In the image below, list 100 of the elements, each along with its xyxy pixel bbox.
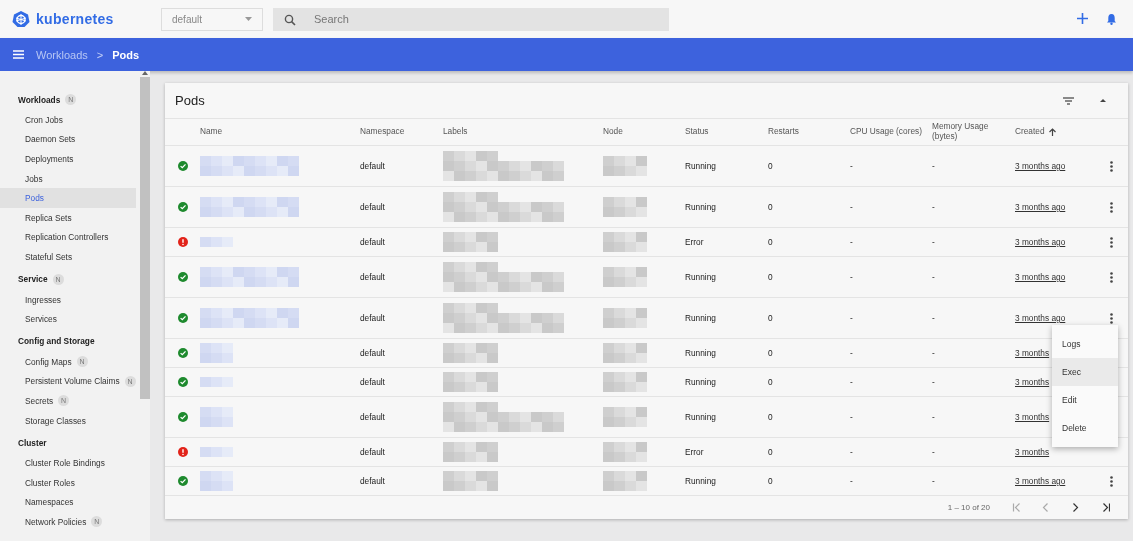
more-icon[interactable]	[1110, 236, 1113, 248]
sidebar-item[interactable]: Cron Jobs	[0, 110, 136, 130]
sidebar-item[interactable]: Daemon Sets	[0, 129, 136, 150]
column-header[interactable]: Created	[1015, 127, 1045, 137]
table-cell-text: 0	[768, 202, 774, 212]
filter-icon[interactable]	[1063, 96, 1074, 105]
sidebar-item[interactable]: Pods	[0, 188, 136, 208]
table-cell-text: default	[360, 237, 386, 247]
table-cell-text: default	[360, 476, 386, 486]
card-title: Pods	[175, 93, 206, 108]
table-cell-text: default	[360, 272, 386, 282]
column-header[interactable]: Name	[200, 127, 360, 137]
table-cell-text: Running	[685, 313, 717, 323]
sidebar-item[interactable]: Ingresses	[0, 289, 136, 310]
column-header[interactable]: Memory Usage (bytes)	[932, 122, 1015, 142]
menu-item[interactable]: Logs	[1052, 330, 1118, 358]
table-cell-text: -	[932, 377, 936, 387]
check-circle-icon	[177, 348, 188, 358]
breadcrumb-separator: >	[96, 48, 104, 61]
created-link[interactable]: 3 months ago	[1015, 161, 1095, 171]
menu-item[interactable]: Exec	[1052, 358, 1118, 386]
next-page-icon[interactable]	[1072, 503, 1080, 512]
table-cell-text: -	[932, 161, 936, 171]
blurred-text	[603, 407, 647, 427]
table-cell-text: -	[850, 272, 854, 282]
created-link[interactable]: 3 months	[1015, 447, 1095, 457]
menu-item[interactable]: Delete	[1052, 414, 1118, 442]
sidebar-item[interactable]: Cluster Roles	[0, 472, 136, 493]
sidebar-item[interactable]: Cluster Role Bindings	[0, 453, 136, 473]
column-header[interactable]: Namespace	[360, 127, 443, 137]
sidebar-item[interactable]: Services	[0, 309, 136, 329]
table-cell-text: 0	[768, 412, 774, 422]
column-header[interactable]: CPU Usage (cores)	[850, 127, 932, 137]
sidebar-section-title: Service	[18, 274, 48, 285]
check-circle-icon	[177, 272, 188, 282]
table-cell-text: Running	[685, 412, 717, 422]
table-cell-text: 0	[768, 377, 774, 387]
sidebar-item[interactable]: Stateful Sets	[0, 247, 136, 267]
search-field[interactable]: Search	[273, 7, 669, 31]
blurred-text	[200, 237, 233, 247]
table-cell-text: default	[360, 348, 386, 358]
table-cell-text: Running	[685, 476, 717, 486]
table-cell-text: -	[850, 447, 854, 457]
sidebar-item[interactable]: Storage Classes	[0, 410, 136, 431]
created-link[interactable]: 3 months ago	[1015, 313, 1095, 323]
menu-icon[interactable]	[13, 50, 24, 59]
scrollbar-thumb[interactable]	[139, 77, 150, 399]
created-link[interactable]: 3 months ago	[1015, 476, 1095, 486]
more-icon[interactable]	[1110, 475, 1113, 487]
table-cell-text: default	[360, 313, 386, 323]
blurred-text	[603, 442, 647, 462]
dropdown-caret-icon[interactable]	[245, 17, 252, 21]
column-header[interactable]: Labels	[443, 127, 603, 137]
blurred-text	[200, 407, 233, 427]
more-icon[interactable]	[1110, 271, 1113, 283]
menu-item[interactable]: Edit	[1052, 386, 1118, 414]
blurred-text	[200, 377, 233, 387]
check-circle-icon	[177, 161, 188, 171]
table-cell-text: default	[360, 447, 386, 457]
table-cell-text: -	[932, 412, 936, 422]
column-header[interactable]: Restarts	[768, 127, 850, 137]
column-header[interactable]: Node	[603, 127, 685, 137]
sort-arrow-icon[interactable]	[1048, 128, 1056, 136]
breadcrumb-current: Pods	[112, 48, 140, 61]
sidebar-item[interactable]: Deployments	[0, 149, 136, 169]
more-icon[interactable]	[1110, 160, 1113, 172]
table-cell-text: -	[850, 476, 854, 486]
table-cell-text: default	[360, 377, 386, 387]
column-header[interactable]: Status	[685, 127, 768, 137]
collapse-icon[interactable]	[1100, 99, 1106, 102]
table-cell-text: default	[360, 161, 386, 171]
created-link[interactable]: 3 months ago	[1015, 272, 1095, 282]
created-link[interactable]: 3 months ago	[1015, 202, 1095, 212]
table-cell-text: 0	[768, 313, 774, 323]
sidebar-item[interactable]: Replica Sets	[0, 207, 136, 228]
sidebar-item[interactable]: Replication Controllers	[0, 227, 136, 248]
blurred-text	[443, 442, 498, 462]
table-cell-text: Running	[685, 377, 717, 387]
created-link[interactable]: 3 months ago	[1015, 237, 1095, 247]
more-icon[interactable]	[1110, 201, 1113, 213]
namespace-dropdown[interactable]: default	[161, 7, 263, 31]
blurred-text	[200, 471, 233, 491]
sidebar-item[interactable]: Namespaces	[0, 492, 136, 513]
blurred-text	[603, 372, 647, 392]
bell-icon[interactable]	[1106, 13, 1117, 25]
sidebar-section-title: Config and Storage	[18, 336, 95, 347]
add-icon[interactable]	[1077, 13, 1088, 24]
table-cell-text: -	[850, 237, 854, 247]
blurred-text	[443, 343, 498, 363]
table-cell-text: -	[932, 476, 936, 486]
table-cell-text: Error	[685, 237, 705, 247]
blurred-text	[200, 447, 233, 457]
table-cell-text: Running	[685, 272, 717, 282]
blurred-text	[603, 156, 647, 176]
pagination-range: 1 – 10 of 20	[947, 503, 990, 512]
sidebar-item[interactable]: Jobs	[0, 168, 136, 189]
table-cell-text: 0	[768, 272, 774, 282]
check-circle-icon	[177, 412, 188, 422]
more-icon[interactable]	[1110, 312, 1113, 324]
last-page-icon[interactable]	[1102, 503, 1110, 512]
